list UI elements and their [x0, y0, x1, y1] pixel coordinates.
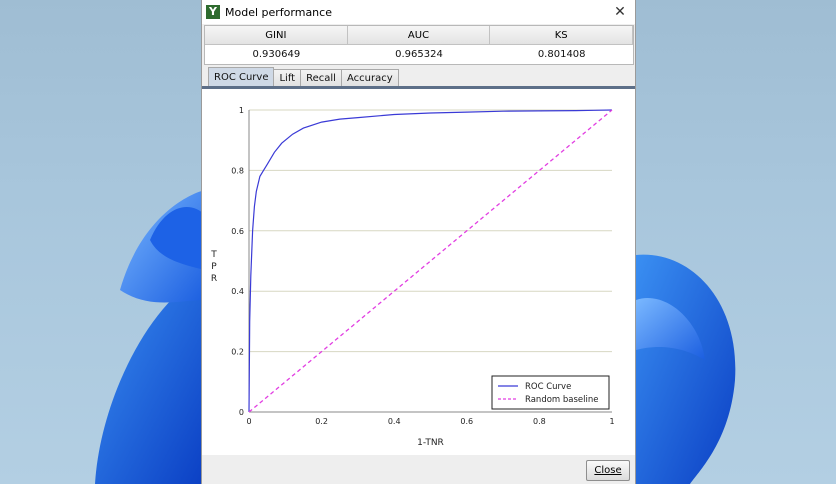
y-tick-label: 0.2	[231, 348, 244, 357]
close-button[interactable]: Close	[586, 460, 630, 481]
close-icon[interactable]: ✕	[611, 3, 629, 21]
metrics-header-ks: KS	[490, 26, 634, 45]
x-tick-label: 0.2	[315, 417, 328, 426]
x-tick-label: 0	[246, 417, 251, 426]
y-tick-label: 1	[239, 106, 244, 115]
window-title: Model performance	[225, 5, 332, 19]
metrics-header-row: GINI AUC KS	[205, 26, 634, 45]
tab-accuracy[interactable]: Accuracy	[340, 69, 399, 87]
dialog-footer: Close	[202, 455, 635, 484]
x-tick-label: 0.8	[533, 417, 546, 426]
tab-roc-curve[interactable]: ROC Curve	[208, 67, 275, 87]
model-performance-dialog: Y Model performance ✕ GINI AUC KS 0.9306…	[201, 0, 636, 484]
y-tick-label: 0.4	[231, 287, 244, 296]
x-tick-label: 0.6	[460, 417, 473, 426]
metrics-table: GINI AUC KS 0.930649 0.965324 0.801408	[204, 25, 634, 65]
metrics-header-gini: GINI	[205, 26, 348, 45]
x-tick-label: 1	[609, 417, 614, 426]
title-bar[interactable]: Y Model performance ✕	[202, 0, 635, 24]
metrics-value-gini: 0.930649	[252, 49, 301, 60]
y-tick-label: 0.6	[231, 227, 244, 236]
metrics-header-auc: AUC	[347, 26, 491, 45]
legend-label: ROC Curve	[525, 382, 571, 392]
x-tick-label: 0.4	[388, 417, 401, 426]
metrics-value-row: 0.930649 0.965324 0.801408	[205, 45, 633, 64]
roc-chart: 0 0.2 0.4 0.6 0.8 1 0 0.2 0.4 0.6 0.8 1 1-TNR T P R ROC…	[210, 106, 614, 448]
app-logo-icon: Y	[206, 5, 220, 19]
tab-lift[interactable]: Lift	[273, 69, 302, 87]
roc-chart-panel: 0 0.2 0.4 0.6 0.8 1 0 0.2 0.4 0.6 0.8 1 1-TNR T P R ROC…	[202, 89, 635, 455]
random-baseline-line	[248, 109, 613, 413]
metrics-value-ks: 0.801408	[537, 49, 586, 60]
tab-bar: ROC Curve Lift Recall Accuracy	[208, 67, 399, 87]
x-axis-label: 1-TNR	[417, 438, 444, 448]
y-tick-label: 0.8	[231, 166, 244, 175]
legend-label: Random baseline	[525, 395, 599, 405]
y-tick-label: 0	[239, 408, 244, 417]
y-axis-label: TPR	[210, 250, 217, 284]
tab-recall[interactable]: Recall	[300, 69, 342, 87]
metrics-value-auc: 0.965324	[395, 49, 443, 60]
